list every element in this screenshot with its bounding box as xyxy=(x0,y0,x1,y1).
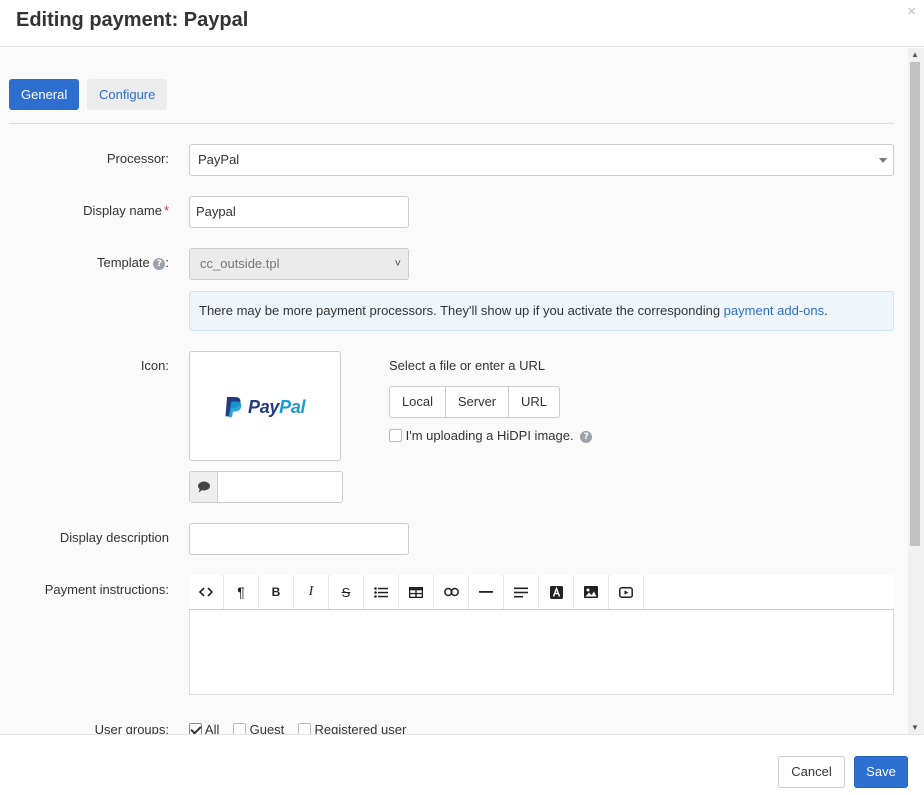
user-group-registered[interactable]: Registered user xyxy=(297,722,407,734)
template-label: Template ?: xyxy=(97,255,169,270)
required-mark: * xyxy=(163,203,169,218)
display-name-label: Display name * xyxy=(83,203,169,218)
tab-general[interactable]: General xyxy=(9,79,80,110)
processor-select[interactable]: PayPal xyxy=(189,144,894,176)
paypal-word-pal: Pal xyxy=(279,397,306,417)
paypal-wordmark: PayPal xyxy=(248,396,306,418)
align-icon[interactable] xyxy=(504,575,539,609)
user-group-all-label: All xyxy=(204,722,220,734)
paragraph-icon[interactable]: ¶ xyxy=(224,575,259,609)
question-circle-icon[interactable]: ? xyxy=(153,258,166,270)
display-description-label: Display description xyxy=(59,530,169,545)
text-color-icon[interactable] xyxy=(539,575,574,609)
server-button[interactable]: Server xyxy=(445,386,509,418)
user-groups-label: User groups: xyxy=(94,722,169,734)
info-notice: There may be more payment processors. Th… xyxy=(189,291,894,331)
cancel-button[interactable]: Cancel xyxy=(778,756,845,788)
template-select: cc_outside.tpl ˅ xyxy=(189,248,409,280)
url-button[interactable]: URL xyxy=(508,386,560,418)
image-icon[interactable] xyxy=(574,575,609,609)
scroll-down-icon[interactable]: ▼ xyxy=(911,723,919,732)
processor-value: PayPal xyxy=(198,152,240,167)
paypal-word-pay: Pay xyxy=(248,397,280,417)
user-group-all-checkbox[interactable] xyxy=(189,723,202,734)
user-group-all[interactable]: All xyxy=(189,722,219,734)
bulleted-list-icon[interactable] xyxy=(364,575,399,609)
file-source-prompt: Select a file or enter a URL xyxy=(389,358,546,373)
close-icon[interactable]: × xyxy=(907,3,916,20)
tab-configure[interactable]: Configure xyxy=(87,79,168,110)
scroll-thumb[interactable] xyxy=(910,62,920,546)
user-groups-options: All Guest Registered user xyxy=(189,722,416,734)
payment-instructions-label: Payment instructions: xyxy=(44,582,169,597)
chevron-down-icon: ˅ xyxy=(394,258,401,270)
icon-alt-text-input[interactable] xyxy=(219,472,342,502)
save-button[interactable]: Save xyxy=(854,756,908,788)
bold-icon[interactable]: B xyxy=(259,575,294,609)
template-label-text: Template xyxy=(97,255,150,270)
info-text: There may be more payment processors. Th… xyxy=(199,303,724,318)
scroll-up-icon[interactable]: ▲ xyxy=(911,50,919,59)
video-icon[interactable] xyxy=(609,575,644,609)
processor-label: Processor: xyxy=(106,151,169,166)
italic-icon[interactable]: I xyxy=(294,575,329,609)
hidpi-checkbox[interactable] xyxy=(389,429,402,442)
payment-addons-link[interactable]: payment add-ons xyxy=(724,303,824,318)
paypal-logo: PayPal xyxy=(224,396,306,421)
paypal-p-icon xyxy=(225,397,242,418)
user-group-guest[interactable]: Guest xyxy=(232,722,285,734)
user-group-guest-checkbox[interactable] xyxy=(232,723,246,734)
horizontal-rule-icon[interactable] xyxy=(469,575,504,609)
icon-label: Icon: xyxy=(140,358,169,373)
modal-header: Editing payment: Paypal × xyxy=(0,0,924,47)
display-description-input[interactable] xyxy=(189,523,409,555)
modal-title: Editing payment: Paypal xyxy=(16,9,249,31)
modal-scrollbar[interactable]: ▲ ▼ xyxy=(908,48,924,734)
icon-preview[interactable]: PayPal xyxy=(189,351,341,461)
user-group-registered-checkbox[interactable] xyxy=(297,723,311,734)
tabs-divider xyxy=(9,123,894,124)
link-icon[interactable] xyxy=(434,575,469,609)
template-label-suffix: : xyxy=(165,255,169,270)
comment-icon xyxy=(198,481,210,493)
template-value: cc_outside.tpl xyxy=(200,256,280,271)
display-name-input[interactable]: Paypal xyxy=(189,196,409,228)
table-icon[interactable] xyxy=(399,575,434,609)
modal-footer: Cancel Save xyxy=(0,734,924,795)
hidpi-label: I'm uploading a HiDPI image. xyxy=(405,428,574,443)
strikethrough-icon[interactable]: S xyxy=(329,575,364,609)
code-view-icon[interactable] xyxy=(189,575,224,609)
icon-alt-input-group xyxy=(189,471,343,503)
display-name-label-text: Display name xyxy=(83,203,162,218)
info-text-end: . xyxy=(824,303,828,318)
modal-body: General Configure Processor: PayPal Disp… xyxy=(0,48,908,734)
caret-down-icon xyxy=(879,158,887,163)
local-button[interactable]: Local xyxy=(389,386,446,418)
user-group-guest-label: Guest xyxy=(249,722,285,734)
hidpi-option: I'm uploading a HiDPI image. ? xyxy=(389,428,593,443)
question-circle-icon[interactable]: ? xyxy=(580,431,593,443)
alt-text-addon xyxy=(190,472,218,502)
editor-toolbar: ¶ B I S xyxy=(189,575,894,610)
user-group-registered-label: Registered user xyxy=(314,722,407,734)
payment-instructions-editor[interactable] xyxy=(189,610,894,695)
